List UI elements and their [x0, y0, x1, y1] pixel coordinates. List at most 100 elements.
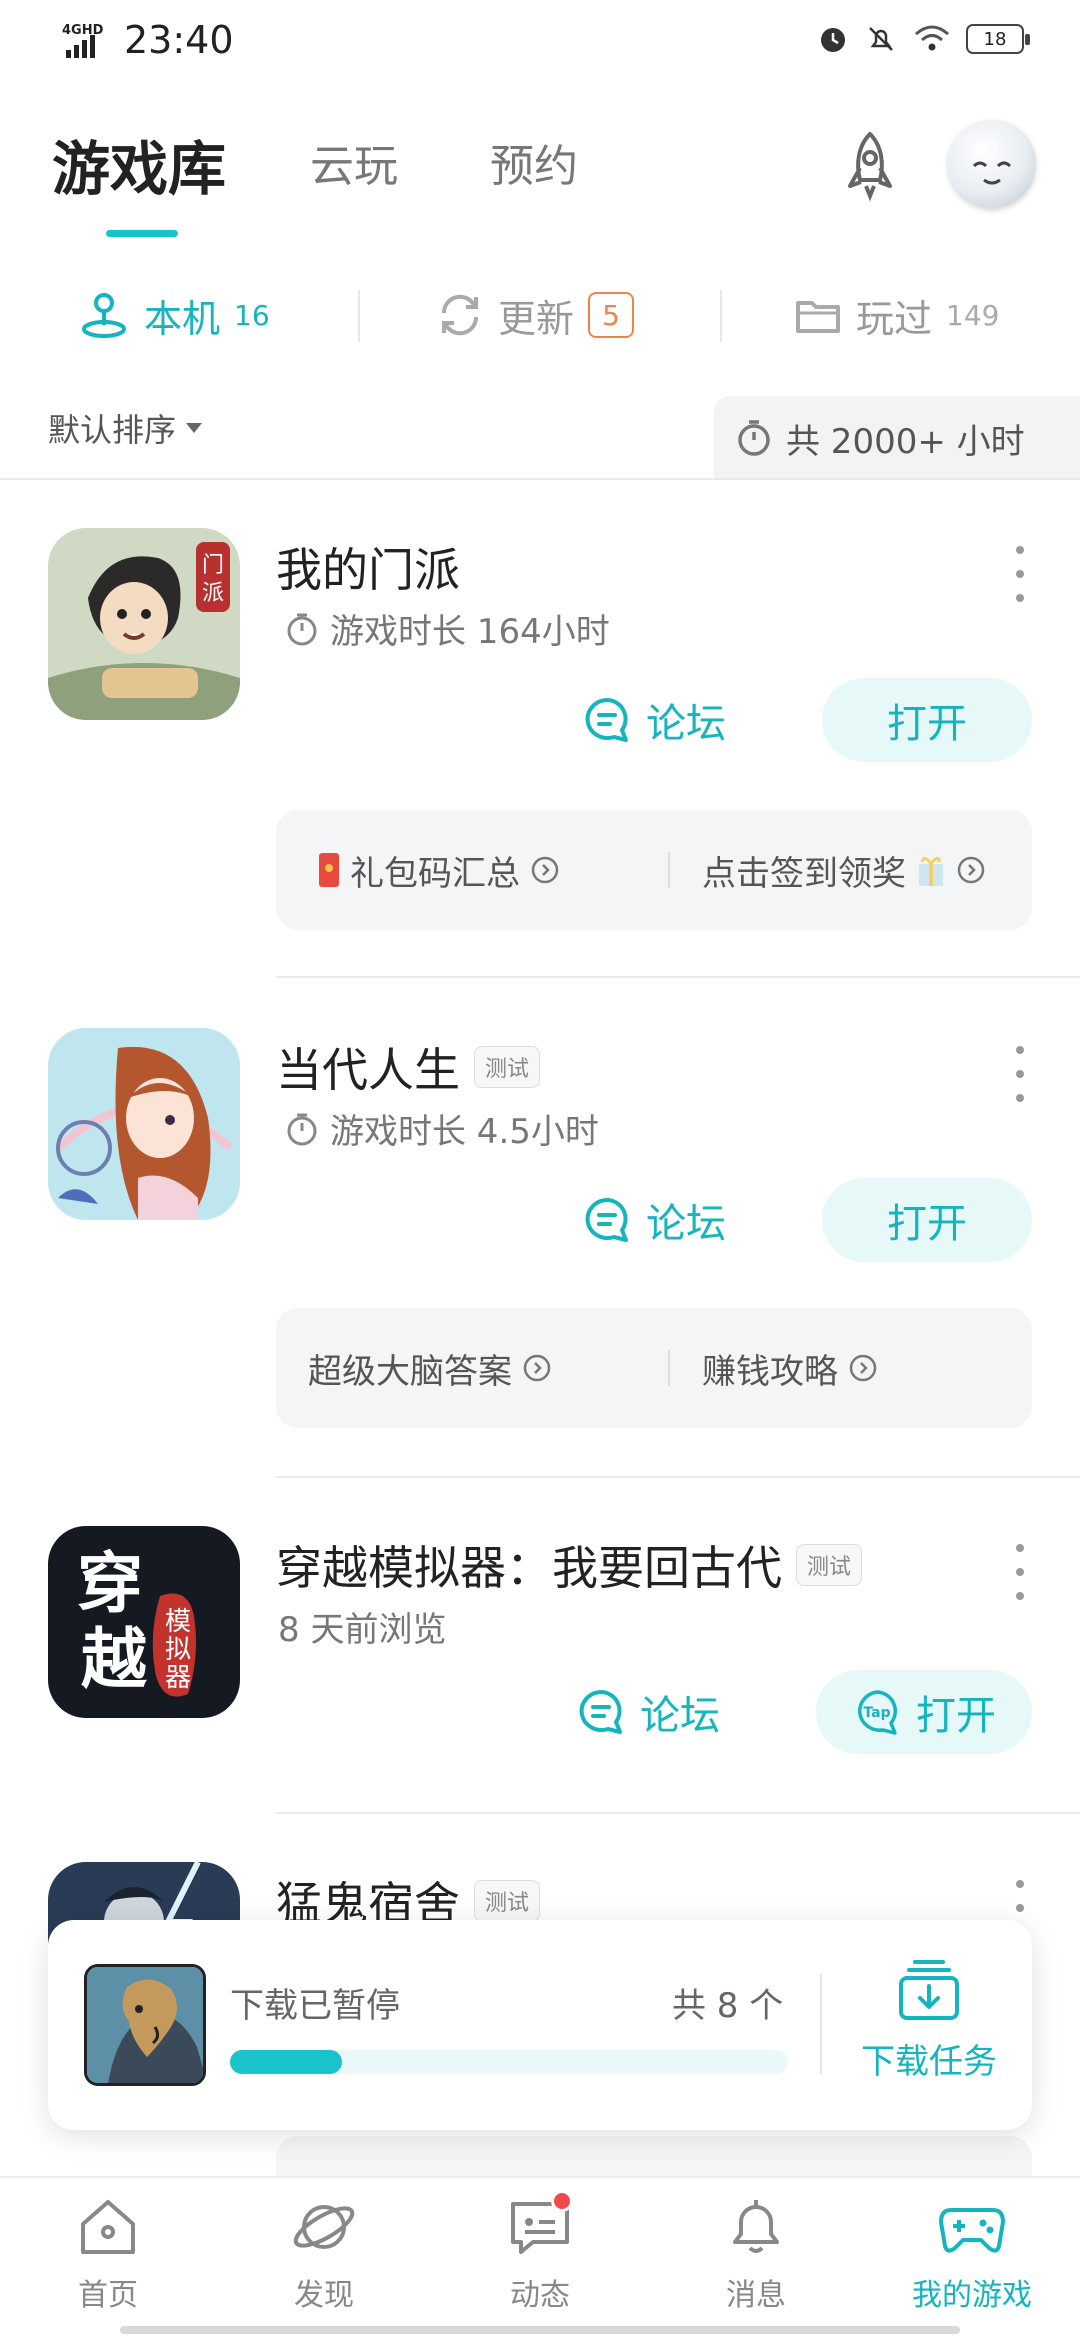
- money-guide-link[interactable]: 赚钱攻略: [702, 1308, 878, 1428]
- nav-feed[interactable]: 动态: [450, 2190, 630, 2314]
- subtab-played-label: 玩过: [856, 296, 933, 341]
- active-tab-indicator: [106, 230, 178, 237]
- svg-text:模: 模: [165, 1607, 191, 1637]
- nav-label: 消息: [726, 2278, 786, 2313]
- bell-icon: [733, 2200, 779, 2253]
- game-meta-text: 游戏时长 4.5小时: [330, 1112, 599, 1152]
- joystick-icon: [82, 293, 126, 338]
- download-game-thumbnail: [84, 1964, 206, 2086]
- game-meta-text: 游戏时长 164小时: [330, 612, 610, 652]
- forum-icon: [579, 1689, 622, 1734]
- more-options-icon[interactable]: [1008, 1046, 1032, 1102]
- gamepad-icon: [939, 2208, 1005, 2253]
- svg-text:门: 门: [202, 553, 224, 578]
- download-status-text: 下载已暂停: [230, 1986, 400, 2026]
- subtab-local-count: 16: [234, 298, 270, 332]
- divider: [276, 976, 1080, 978]
- svg-text:4GHD: 4GHD: [62, 23, 104, 38]
- tab-cloud-play[interactable]: 云玩: [310, 130, 398, 194]
- checkin-reward-link[interactable]: 点击签到领奖: [702, 810, 986, 930]
- svg-text:Tap: Tap: [863, 1705, 890, 1721]
- alarm-icon: [821, 28, 845, 52]
- game-icon-chuanyue[interactable]: 穿 越 模 拟 器: [48, 1526, 240, 1718]
- divider: [276, 1812, 1080, 1814]
- tab-game-library[interactable]: 游戏库: [52, 122, 226, 206]
- gesture-bar[interactable]: [120, 2326, 960, 2334]
- bottom-navigation: 首页 发现 动态 消息 我的游戏: [0, 2176, 1080, 2340]
- svg-text:穿: 穿: [77, 1545, 143, 1622]
- game-title[interactable]: 当代人生: [276, 1034, 460, 1100]
- subtab-update[interactable]: 更新 5: [436, 280, 635, 350]
- open-button[interactable]: Tap 打开: [816, 1670, 1032, 1754]
- game-meta-text: 8 天前浏览: [278, 1610, 447, 1650]
- home-icon: [81, 2200, 135, 2254]
- game-links-panel: 礼包码汇总 点击签到领奖: [276, 810, 1032, 930]
- status-icons: 18: [816, 22, 1030, 56]
- divider: [358, 290, 360, 342]
- status-bar: 4GHD 23:40 18: [0, 0, 1080, 84]
- nav-messages[interactable]: 消息: [666, 2192, 846, 2314]
- game-playtime: 游戏时长 4.5小时: [284, 1104, 599, 1153]
- game-icon-dangdai[interactable]: [48, 1028, 240, 1220]
- test-tag: 测试: [474, 1046, 541, 1088]
- more-options-icon[interactable]: [1008, 546, 1032, 602]
- circle-chevron-right-icon: [531, 856, 559, 884]
- download-tasks-button[interactable]: 下载任务: [854, 1956, 1004, 2083]
- forum-icon: [585, 1197, 628, 1242]
- game-title-row: 当代人生 测试: [276, 1034, 541, 1100]
- link-label: 礼包码汇总: [350, 853, 520, 894]
- nav-label: 发现: [294, 2278, 354, 2313]
- sub-tab-bar: 本机 16 更新 5 玩过 149: [0, 280, 1080, 360]
- game-title[interactable]: 穿越模拟器：我要回古代: [276, 1532, 782, 1598]
- forum-button[interactable]: 论坛: [584, 678, 726, 762]
- game-title-row: 穿越模拟器：我要回古代 测试: [276, 1532, 863, 1598]
- forum-button[interactable]: 论坛: [584, 1178, 726, 1262]
- wifi-icon: [915, 25, 949, 51]
- nav-my-games[interactable]: 我的游戏: [882, 2192, 1062, 2314]
- open-button[interactable]: 打开: [822, 678, 1032, 762]
- open-button[interactable]: 打开: [822, 1178, 1032, 1262]
- download-count: 共 8 个: [672, 1986, 784, 2026]
- link-label: 赚钱攻略: [702, 1351, 838, 1392]
- nav-label: 动态: [510, 2278, 570, 2313]
- battery-indicator: 18: [966, 24, 1030, 54]
- forum-button[interactable]: 论坛: [578, 1670, 720, 1754]
- divider: [720, 290, 722, 342]
- game-icon-menpai[interactable]: 门 派: [48, 528, 240, 720]
- rocket-icon[interactable]: [830, 128, 910, 208]
- forum-label: 论坛: [646, 1201, 726, 1247]
- subtab-played[interactable]: 玩过 149: [794, 280, 999, 350]
- chat-icon: [505, 2190, 575, 2262]
- link-label: 点击签到领奖: [702, 853, 906, 894]
- signal-4g-icon: 4GHD: [62, 23, 104, 58]
- forum-icon: [585, 697, 628, 742]
- sort-dropdown[interactable]: 默认排序: [48, 405, 203, 451]
- notification-dot: [551, 2190, 573, 2212]
- subtab-local[interactable]: 本机 16: [78, 280, 270, 350]
- top-tab-bar: 游戏库 云玩 预约: [52, 130, 670, 240]
- divider: [668, 1350, 670, 1386]
- timer-icon: [738, 420, 770, 456]
- link-label: 超级大脑答案: [308, 1351, 512, 1392]
- circle-chevron-right-icon: [957, 856, 985, 884]
- total-playtime: 共 2000+ 小时: [714, 396, 1080, 480]
- avatar[interactable]: [948, 120, 1036, 208]
- svg-text:器: 器: [165, 1663, 191, 1693]
- brain-answer-link[interactable]: 超级大脑答案: [308, 1308, 552, 1428]
- update-count-badge: 5: [588, 292, 635, 338]
- game-playtime: 游戏时长 164小时: [284, 604, 610, 653]
- nav-label: 我的游戏: [912, 2278, 1032, 2313]
- game-title[interactable]: 我的门派: [276, 534, 460, 600]
- red-envelope-icon: [319, 853, 339, 887]
- nav-discover[interactable]: 发现: [234, 2192, 414, 2314]
- test-tag: 测试: [796, 1544, 863, 1586]
- tab-reservation[interactable]: 预约: [490, 130, 578, 194]
- download-status-card[interactable]: 下载已暂停 共 8 个 下载任务: [48, 1920, 1032, 2130]
- planet-icon: [293, 2205, 355, 2249]
- test-tag: 测试: [474, 1880, 541, 1922]
- gift-code-link[interactable]: 礼包码汇总: [318, 810, 560, 930]
- nav-home[interactable]: 首页: [18, 2192, 198, 2314]
- game-links-panel: 超级大脑答案 赚钱攻略: [276, 1308, 1032, 1428]
- more-options-icon[interactable]: [1008, 1544, 1032, 1600]
- circle-chevron-right-icon: [849, 1354, 877, 1382]
